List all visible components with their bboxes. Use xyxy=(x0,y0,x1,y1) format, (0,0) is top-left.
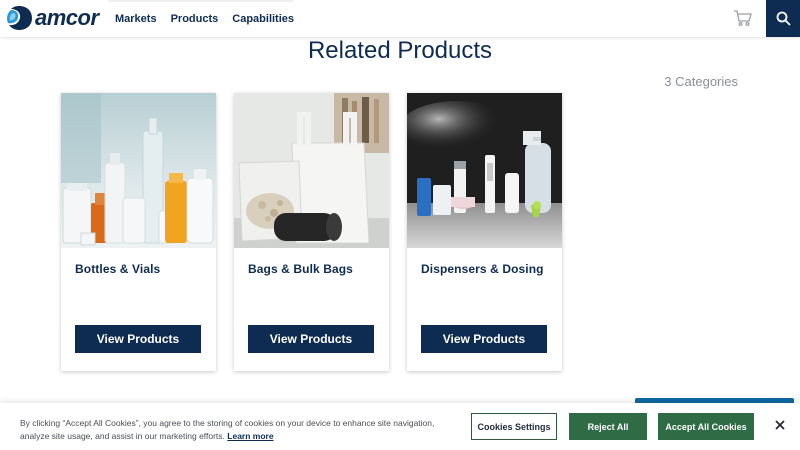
product-card-bottles: Bottles & Vials View Products xyxy=(61,93,216,371)
nav-markets[interactable]: Markets xyxy=(115,13,157,25)
close-icon[interactable] xyxy=(772,417,788,433)
view-products-button[interactable]: View Products xyxy=(75,325,201,353)
search-icon xyxy=(776,11,791,26)
main-nav: Markets Products Capabilities xyxy=(108,0,301,37)
logo-wordmark: amcor xyxy=(35,5,99,30)
cookies-settings-button[interactable]: Cookies Settings xyxy=(471,413,557,440)
card-title: Bottles & Vials xyxy=(75,262,161,276)
amcor-logo[interactable]: amcor xyxy=(5,5,99,31)
view-products-button[interactable]: View Products xyxy=(421,325,547,353)
reject-all-button[interactable]: Reject All xyxy=(569,413,647,440)
nav-products[interactable]: Products xyxy=(171,13,219,25)
search-button[interactable] xyxy=(766,0,800,37)
bottles-image xyxy=(61,93,216,248)
card-title: Bags & Bulk Bags xyxy=(248,262,353,276)
page-title: Related Products xyxy=(307,37,493,64)
categories-count: 3 Categories xyxy=(664,74,738,89)
bags-image xyxy=(234,93,389,248)
product-card-bags: Bags & Bulk Bags View Products xyxy=(234,93,389,371)
cookie-message: By clicking “Accept All Cookies”, you ag… xyxy=(20,417,440,442)
cookie-banner: By clicking “Accept All Cookies”, you ag… xyxy=(0,403,800,450)
dispensers-image xyxy=(407,93,562,248)
product-card-dispensers: Dispensers & Dosing View Products xyxy=(407,93,562,371)
learn-more-link[interactable]: Learn more xyxy=(227,431,273,441)
card-title: Dispensers & Dosing xyxy=(421,262,544,276)
site-header: amcor Markets Products Capabilities xyxy=(0,0,800,37)
view-products-button[interactable]: View Products xyxy=(248,325,374,353)
page: amcor Markets Products Capabilities Rela… xyxy=(0,0,800,450)
accept-all-cookies-button[interactable]: Accept All Cookies xyxy=(658,413,754,440)
nav-capabilities[interactable]: Capabilities xyxy=(232,13,294,25)
cart-icon[interactable] xyxy=(733,9,753,27)
amcor-logo-icon xyxy=(5,5,33,31)
